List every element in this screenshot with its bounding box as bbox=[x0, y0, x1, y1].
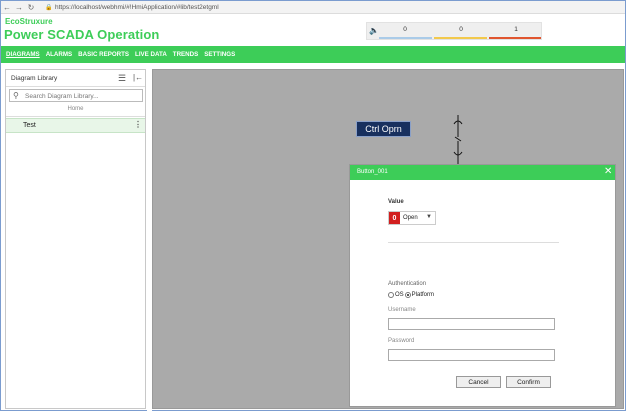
diagram-library-panel: Diagram Library ☰ |← ⚲ Home Test ⋮ bbox=[5, 69, 146, 409]
menu-settings[interactable]: SETTINGS bbox=[204, 51, 235, 58]
collapse-panel-icon[interactable]: |← bbox=[133, 73, 143, 82]
username-label: Username bbox=[388, 307, 416, 313]
close-icon[interactable]: ✕ bbox=[604, 166, 612, 177]
browser-toolbar: ← → ↻ 🔒 https://localhost/webhmi/#!HmiAp… bbox=[1, 1, 625, 14]
radio-platform-label: Platform bbox=[411, 292, 435, 298]
cancel-button[interactable]: Cancel bbox=[456, 376, 501, 388]
radio-platform[interactable] bbox=[404, 292, 411, 298]
breadcrumb-home[interactable]: Home bbox=[6, 106, 145, 112]
menu-diagrams[interactable]: DIAGRAMS bbox=[6, 51, 40, 58]
alarm-bar-medium bbox=[434, 37, 487, 39]
menu-live-data[interactable]: LIVE DATA bbox=[135, 51, 167, 58]
app-header: EcoStruxure Power SCADA Operation 🔈 0 0 … bbox=[1, 14, 625, 46]
address-bar[interactable]: https://localhost/webhmi/#!HmiApplicatio… bbox=[55, 4, 219, 11]
forward-arrow-icon[interactable]: → bbox=[13, 1, 25, 13]
value-selected-text: Open bbox=[403, 215, 418, 221]
back-arrow-icon[interactable]: ← bbox=[1, 1, 13, 13]
alarm-summary[interactable]: 🔈 0 0 1 bbox=[366, 22, 542, 40]
username-field[interactable] bbox=[388, 318, 555, 330]
dropdown-arrow-icon[interactable]: ▼ bbox=[426, 214, 432, 220]
divider bbox=[6, 116, 145, 117]
authentication-label: Authentication bbox=[388, 281, 427, 287]
menu-basic-reports[interactable]: BASIC REPORTS bbox=[78, 51, 129, 58]
confirm-button[interactable]: Confirm bbox=[506, 376, 551, 388]
menu-alarms[interactable]: ALARMS bbox=[46, 51, 72, 58]
brand-logo-ecostruxure: EcoStruxure bbox=[5, 17, 53, 26]
more-options-icon[interactable]: ⋮ bbox=[134, 120, 142, 129]
divider bbox=[388, 242, 559, 243]
value-label: Value bbox=[388, 199, 404, 205]
search-box: ⚲ bbox=[9, 89, 143, 102]
radio-os[interactable] bbox=[388, 292, 394, 298]
list-menu-icon[interactable]: ☰ bbox=[118, 73, 126, 84]
speaker-icon[interactable]: 🔈 bbox=[369, 26, 379, 35]
lock-icon: 🔒 bbox=[45, 4, 53, 11]
password-field[interactable] bbox=[388, 349, 555, 361]
ctrl-oprn-button[interactable]: Ctrl Oprn bbox=[356, 121, 411, 137]
list-item[interactable]: Test ⋮ bbox=[6, 118, 145, 133]
main-menu: DIAGRAMS ALARMS BASIC REPORTS LIVE DATA … bbox=[1, 46, 625, 63]
reload-icon[interactable]: ↻ bbox=[25, 1, 37, 13]
alarm-count-medium: 0 bbox=[459, 26, 463, 33]
app-title: Power SCADA Operation bbox=[4, 27, 160, 42]
value-select[interactable]: 0 Open ▼ bbox=[388, 211, 436, 225]
dialog-header: Button_001 ✕ bbox=[350, 165, 615, 180]
button-dialog: Button_001 ✕ Value 0 Open ▼ Authenticati… bbox=[349, 164, 616, 407]
search-icon: ⚲ bbox=[13, 91, 19, 100]
panel-title: Diagram Library bbox=[11, 75, 58, 82]
password-label: Password bbox=[388, 338, 415, 344]
search-input[interactable] bbox=[25, 91, 140, 101]
breaker-switch-symbol[interactable] bbox=[450, 115, 466, 165]
menu-trends[interactable]: TRENDS bbox=[173, 51, 198, 58]
dialog-title: Button_001 bbox=[357, 169, 388, 175]
alarm-count-low: 0 bbox=[403, 26, 407, 33]
radio-os-label: OS bbox=[395, 292, 404, 298]
alarm-bar-high bbox=[489, 37, 541, 39]
alarm-count-high: 1 bbox=[514, 26, 518, 33]
list-item-label: Test bbox=[23, 122, 36, 129]
alarm-bar-low bbox=[379, 37, 432, 39]
auth-radio-group: OS Platform bbox=[388, 292, 434, 298]
value-state-badge: 0 bbox=[389, 212, 400, 224]
divider bbox=[6, 86, 145, 87]
